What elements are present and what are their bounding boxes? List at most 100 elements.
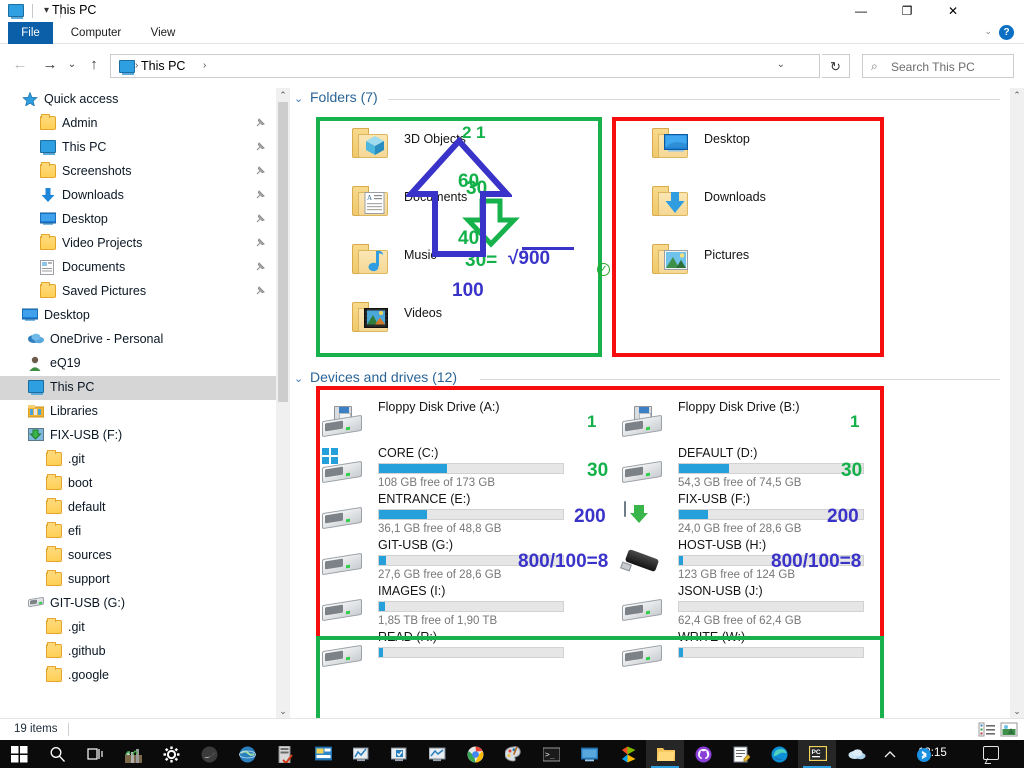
tab-view[interactable]: View — [138, 22, 188, 44]
sidebar-item-desktop[interactable]: Desktop — [0, 208, 276, 232]
taskbar-app-paint[interactable] — [494, 740, 532, 768]
sidebar-item-quick-access[interactable]: Quick access — [0, 88, 276, 112]
scroll-down-icon[interactable]: ⌄ — [1010, 704, 1024, 718]
tab-file[interactable]: File — [8, 22, 53, 44]
sidebar-item-onedrive-personal[interactable]: OneDrive - Personal — [0, 328, 276, 352]
refresh-button[interactable]: ↻ — [822, 54, 850, 78]
taskbar-app-globe[interactable] — [228, 740, 266, 768]
scroll-down-icon[interactable]: ⌄ — [276, 704, 290, 718]
minimize-button[interactable]: — — [838, 0, 884, 22]
taskbar-app-monitor-check[interactable] — [380, 740, 418, 768]
scroll-up-icon[interactable]: ⌃ — [1010, 88, 1024, 102]
back-button[interactable]: ← — [10, 56, 30, 74]
taskbar-app-presentation[interactable] — [304, 740, 342, 768]
cloud-icon — [28, 332, 44, 348]
taskbar-app-notepad[interactable] — [722, 740, 760, 768]
search-input[interactable]: ⌕ Search This PC — [862, 54, 1014, 78]
sidebar-item-git[interactable]: .git — [0, 616, 276, 640]
sidebar-item-documents[interactable]: Documents — [0, 256, 276, 280]
pin-icon[interactable] — [255, 237, 266, 251]
taskbar-search-button[interactable] — [38, 740, 76, 768]
taskbar-task-view-button[interactable] — [76, 740, 114, 768]
taskbar-app-terminal[interactable]: >_ — [532, 740, 570, 768]
taskbar-app-settings[interactable] — [152, 740, 190, 768]
nav-scrollbar[interactable]: ⌃ ⌄ — [276, 88, 290, 718]
large-icons-view-icon[interactable] — [1000, 722, 1018, 738]
folder-icon — [40, 114, 56, 132]
taskbar-app-monitor-chart[interactable] — [342, 740, 380, 768]
sidebar-item-fix-usb-f[interactable]: FIX-USB (F:) — [0, 424, 276, 448]
chevron-down-icon[interactable]: ⌄ — [984, 26, 992, 37]
sidebar-item-sources[interactable]: sources — [0, 544, 276, 568]
sidebar-item-admin[interactable]: Admin — [0, 112, 276, 136]
annotation-drive-right-1: 1 — [850, 412, 860, 431]
sidebar-item-desktop[interactable]: Desktop — [0, 304, 276, 328]
sidebar-item-default[interactable]: default — [0, 496, 276, 520]
content-scrollbar[interactable]: ⌃ ⌄ — [1010, 88, 1024, 718]
pin-icon[interactable] — [255, 261, 266, 275]
task-view-button-icon — [87, 746, 103, 762]
taskbar-app-edge[interactable] — [760, 740, 798, 768]
annotation-box-drives-green — [316, 636, 884, 718]
forward-button[interactable]: → — [40, 56, 60, 74]
up-button[interactable]: ↑ — [84, 56, 104, 74]
sidebar-item-downloads[interactable]: Downloads — [0, 184, 276, 208]
app-server-icon — [277, 745, 293, 765]
taskbar-app-monitor-blue[interactable] — [418, 740, 456, 768]
breadcrumb[interactable]: › This PC › ⌄ — [110, 54, 820, 78]
breadcrumb-item-this-pc[interactable]: This PC — [141, 59, 185, 73]
taskbar-app-factory[interactable] — [114, 740, 152, 768]
pin-icon[interactable] — [255, 189, 266, 203]
pin-icon[interactable] — [255, 285, 266, 299]
chevron-down-icon[interactable]: ⌄ — [294, 92, 303, 105]
sidebar-item-google[interactable]: .google — [0, 664, 276, 688]
chevron-down-icon[interactable]: ⌄ — [294, 372, 303, 385]
taskbar-app-github[interactable] — [684, 740, 722, 768]
scroll-up-icon[interactable]: ⌃ — [276, 88, 290, 102]
sidebar-item-boot[interactable]: boot — [0, 472, 276, 496]
details-view-icon[interactable] — [978, 722, 996, 738]
sidebar-item-label: .github — [68, 644, 106, 658]
sidebar-item-github[interactable]: .github — [0, 640, 276, 664]
tab-computer[interactable]: Computer — [60, 22, 132, 44]
sidebar-item-eq19[interactable]: eQ19 — [0, 352, 276, 376]
scrollbar-thumb[interactable] — [278, 102, 288, 402]
sidebar-item-label: Libraries — [50, 404, 98, 418]
taskbar-app-visualstudio[interactable] — [608, 740, 646, 768]
sidebar-item-this-pc[interactable]: This PC — [0, 136, 276, 160]
recent-locations-button[interactable]: ⌄ — [64, 56, 80, 74]
sidebar-item-git[interactable]: .git — [0, 448, 276, 472]
pin-icon[interactable] — [255, 117, 266, 131]
help-icon[interactable]: ? — [999, 25, 1014, 40]
pin-icon[interactable] — [255, 213, 266, 227]
sidebar-item-support[interactable]: support — [0, 568, 276, 592]
sidebar-item-label: This PC — [50, 380, 95, 394]
start-button-icon — [11, 746, 28, 763]
taskbar-start-button[interactable] — [0, 740, 38, 768]
bluetooth-tray-icon[interactable] — [916, 747, 932, 763]
sidebar-item-video-projects[interactable]: Video Projects — [0, 232, 276, 256]
onedrive-tray-icon[interactable] — [848, 747, 866, 763]
sidebar-item-libraries[interactable]: Libraries — [0, 400, 276, 424]
taskbar-app-file-explorer[interactable] — [646, 740, 684, 768]
sidebar-item-git-usb-g[interactable]: GIT-USB (G:) — [0, 592, 276, 616]
notification-center-icon[interactable] — [983, 746, 999, 760]
taskbar-app-moon[interactable] — [190, 740, 228, 768]
taskbar-app-chrome[interactable] — [456, 740, 494, 768]
pin-icon[interactable] — [255, 165, 266, 179]
chevron-down-icon[interactable]: ⌄ — [777, 59, 785, 70]
close-button[interactable]: ✕ — [930, 0, 976, 22]
taskbar-app-remote-desktop[interactable] — [570, 740, 608, 768]
sidebar-item-efi[interactable]: efi — [0, 520, 276, 544]
sidebar-item-saved-pictures[interactable]: Saved Pictures — [0, 280, 276, 304]
sidebar-item-this-pc[interactable]: This PC — [0, 376, 276, 400]
taskbar-app-pc-label[interactable]: PC — [798, 740, 836, 768]
sidebar-item-screenshots[interactable]: Screenshots — [0, 160, 276, 184]
pin-icon[interactable] — [255, 141, 266, 155]
group-header-folders[interactable]: ⌄ Folders (7) — [290, 88, 1000, 110]
window-title: This PC — [52, 3, 97, 17]
annotation-drive-left-200: 200 — [574, 506, 606, 527]
show-hidden-icons[interactable] — [882, 747, 898, 763]
maximize-button[interactable]: ❐ — [884, 0, 930, 22]
taskbar-app-server[interactable] — [266, 740, 304, 768]
